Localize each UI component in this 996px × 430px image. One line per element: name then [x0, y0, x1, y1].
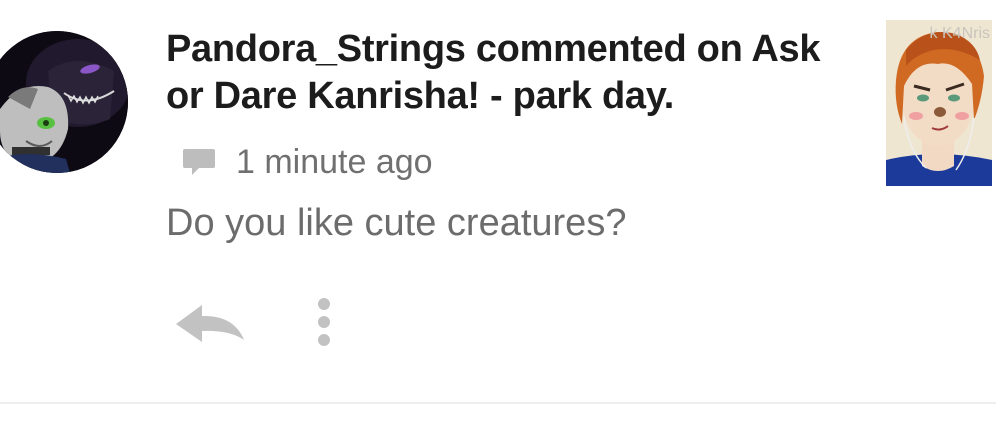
divider — [0, 402, 996, 404]
notification-meta: 1 minute ago — [182, 140, 433, 184]
comment-bubble-icon — [183, 149, 215, 175]
more-options-button[interactable] — [302, 292, 346, 352]
post-thumbnail[interactable]: k K4Nris — [886, 20, 992, 186]
action-text: commented on — [475, 28, 743, 70]
avatar-image — [0, 31, 128, 173]
thumbnail-watermark: k K4Nris — [929, 25, 990, 42]
reply-button[interactable] — [170, 300, 250, 346]
comment-text: Do you like cute creatures? — [166, 202, 627, 244]
user-avatar[interactable] — [0, 31, 128, 173]
reply-arrow-icon — [176, 305, 244, 342]
timestamp: 1 minute ago — [236, 142, 433, 181]
post-thumbnail-image — [886, 20, 992, 186]
more-vertical-icon — [318, 298, 330, 346]
username[interactable]: Pandora_Strings — [166, 28, 466, 70]
notification-headline[interactable]: Pandora_Strings commented on Ask or Dare… — [166, 26, 846, 120]
